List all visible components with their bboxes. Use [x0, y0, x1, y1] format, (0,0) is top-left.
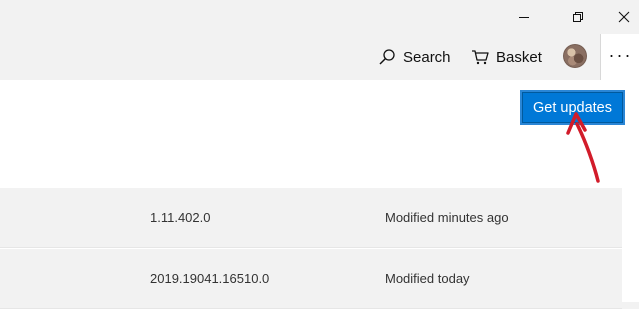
restore-button[interactable]: [555, 0, 601, 34]
basket-button[interactable]: Basket: [471, 34, 542, 80]
get-updates-button[interactable]: Get updates: [520, 90, 625, 125]
top-navigation-bar: Search Basket: [0, 34, 639, 80]
list-item[interactable]: 1.11.402.0 Modified minutes ago: [0, 188, 622, 248]
basket-icon: [472, 50, 489, 65]
more-options-button[interactable]: ···: [600, 34, 639, 81]
user-avatar[interactable]: [563, 44, 587, 68]
modified-cell: Modified minutes ago: [385, 210, 509, 225]
restore-icon: [573, 12, 583, 22]
basket-label: Basket: [496, 48, 542, 66]
minimize-icon: [519, 17, 529, 18]
title-bar: [0, 0, 639, 34]
more-icon: ···: [608, 45, 633, 65]
search-label: Search: [403, 48, 451, 66]
modified-cell: Modified today: [385, 271, 470, 286]
minimize-button[interactable]: [501, 0, 547, 34]
version-cell: 2019.19041.16510.0: [150, 271, 270, 286]
list-item[interactable]: 2019.19041.16510.0 Modified today: [0, 249, 622, 309]
search-icon: [379, 49, 395, 65]
search-button[interactable]: Search: [378, 34, 451, 80]
close-icon: [618, 11, 630, 23]
close-button[interactable]: [601, 0, 639, 34]
version-cell: 1.11.402.0: [150, 210, 211, 225]
